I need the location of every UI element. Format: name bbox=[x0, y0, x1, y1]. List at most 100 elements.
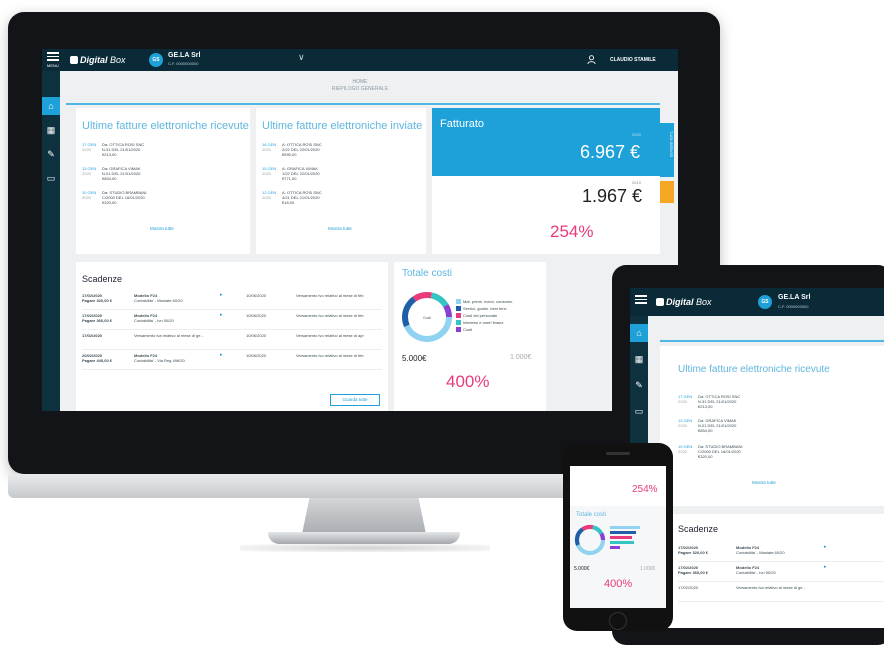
logo-mark-icon bbox=[70, 56, 78, 64]
tablet-folder-icon[interactable]: ▭ bbox=[630, 402, 648, 420]
legend-item: Costi bbox=[456, 326, 544, 333]
phone-speaker bbox=[606, 452, 630, 455]
deadline-amount: Pagare 320,00 € bbox=[678, 550, 709, 555]
costs-percent: 400% bbox=[446, 372, 490, 391]
phone-legend-bar bbox=[610, 546, 620, 549]
card-title: Ultime fatture elettroniche inviate bbox=[262, 120, 423, 132]
card-deadlines: Scadenze 17/02/2020 Pagare 320,00 € Model… bbox=[76, 262, 388, 411]
deadline-chevron-icon[interactable]: ▸ bbox=[220, 313, 223, 318]
breadcrumb: HOME RIEPILOGO GENERALE bbox=[60, 79, 660, 93]
services-tab-label: TUOI SERVIZI bbox=[669, 131, 674, 158]
deadline-chevron-icon[interactable]: ▸ bbox=[220, 293, 223, 298]
deadline-note: Versamento ivo relativo al mese di feb bbox=[296, 313, 364, 318]
phone-costs-title: Totale costi bbox=[576, 512, 607, 518]
invoice-year: 2020 bbox=[82, 147, 91, 152]
app-logo[interactable]: Digital Box bbox=[70, 55, 126, 65]
costs-current-value: 5.000€ bbox=[402, 354, 427, 363]
costs-title: Totale costi bbox=[402, 268, 453, 279]
invoice-details: Da: GRAFICA VIMAK N.01 DEL 21/01/2020 €8… bbox=[698, 418, 737, 433]
deadlines-title: Scadenze bbox=[82, 274, 123, 284]
tablet-header-divider bbox=[660, 340, 884, 342]
view-all-button[interactable]: Guarda tutte bbox=[330, 394, 380, 406]
deadline-row[interactable]: 17/02/2020 Versamento iva relativo al me… bbox=[678, 584, 884, 602]
phone-home-button[interactable] bbox=[609, 612, 627, 630]
invoice-details: Da: GRAFICA VIMAK N.01 DEL 21/01/2020 €8… bbox=[102, 166, 141, 181]
hamburger-menu-icon[interactable]: MENU bbox=[47, 52, 59, 68]
sidebar-pen-icon[interactable]: ✎ bbox=[42, 145, 60, 163]
invoice-details: A: OTTICA ROSI SNC 2/22 DEL 22/01/2020 €… bbox=[282, 142, 322, 157]
tablet-show-all-link[interactable]: Mostra tutte bbox=[752, 480, 776, 485]
deadline-chevron-icon[interactable]: ▸ bbox=[824, 565, 827, 570]
revenue-percent: 254% bbox=[550, 222, 594, 241]
deadline-note: Versamento ivo relativo al mese di feb bbox=[296, 353, 364, 358]
top-bar: MENU Digital Box GS GE.LA Srl C.F. 00000… bbox=[42, 49, 678, 71]
deadline-date-2: 10/06/2020 bbox=[246, 293, 267, 298]
tablet-card-title: Ultime fatture elettroniche ricevute bbox=[678, 364, 830, 375]
deadline-row[interactable]: 20/02/2020 Pagare 440,00 € Modello F24 Con… bbox=[82, 352, 382, 370]
menu-label: MENU bbox=[47, 62, 59, 68]
deadline-row[interactable]: 17/02/2020 Pagare 320,00 € Modello F24 Con… bbox=[82, 292, 382, 310]
tablet-card-received: Ultime fatture elettroniche ricevute 17 … bbox=[660, 346, 884, 506]
company-avatar[interactable]: GS bbox=[149, 53, 163, 67]
legend-item: Mat. prime, merci, consumo bbox=[456, 298, 544, 305]
tablet-grid-icon[interactable]: ▦ bbox=[630, 350, 648, 368]
tablet-company-avatar[interactable]: GS bbox=[758, 295, 772, 309]
tablet-menu-icon[interactable] bbox=[635, 295, 647, 306]
secondary-side-tab[interactable] bbox=[660, 181, 674, 203]
deadline-model: Modello F24 Contabilita' - Ivn 50/20 bbox=[736, 565, 776, 575]
show-all-link[interactable]: Mostra tutte bbox=[150, 226, 174, 231]
phone-percent-top: 254% bbox=[632, 484, 658, 495]
sidebar-folder-icon[interactable]: ▭ bbox=[42, 169, 60, 187]
deadline-desc: Contabilita' - Ivn 50/20 bbox=[134, 318, 174, 323]
invoice-year: 2020 bbox=[82, 171, 91, 176]
legend-swatch bbox=[456, 327, 461, 332]
invoice-details: Da: OTTICA ROSI SNC N.31 DEL 21/01/2020 … bbox=[102, 142, 145, 157]
show-all-link[interactable]: Mostra tutte bbox=[328, 226, 352, 231]
deadline-row[interactable]: 17/02/2020 Versamento iva relativo al me… bbox=[82, 332, 382, 350]
invoice-details: Da: STUDIO BRAMBANI C/2000 DEL 16/01/202… bbox=[102, 190, 147, 205]
tablet-company-name[interactable]: GE.LA Srl bbox=[778, 294, 810, 301]
stand-shadow bbox=[240, 544, 490, 552]
invoice-date: 10 GEN 2020 bbox=[678, 444, 694, 454]
phone-costs-previous: 1.000€ bbox=[640, 566, 656, 572]
deadline-date: 20/02/2020 Pagare 440,00 € bbox=[82, 353, 112, 363]
company-name[interactable]: GE.LA Srl bbox=[168, 52, 200, 59]
tablet-card-deadlines: Scadenze 17/02/2020 Pagare 320,00 € Model… bbox=[660, 514, 884, 628]
company-chevron-down-icon[interactable]: ∨ bbox=[298, 52, 305, 63]
phone-legend-bar bbox=[610, 536, 632, 539]
deadline-model: Modello F24 Contabilita' - Maniate 60/20 bbox=[736, 545, 785, 555]
phone-screen: 254% Totale costi 5.000€ 1.000€ 400% bbox=[570, 466, 666, 608]
sidebar-home-icon[interactable]: ⌂ bbox=[42, 97, 60, 115]
deadline-amount: Pagare 320,00 € bbox=[82, 298, 113, 303]
deadline-amount: Pagare 360,00 € bbox=[82, 318, 113, 323]
legend-item: Servizi, godim. beni terzi bbox=[456, 305, 544, 312]
revenue-current-value: 6.967 € bbox=[580, 142, 641, 162]
invoice-date: 15 GEN 2020 bbox=[262, 166, 278, 176]
user-name[interactable]: CLAUDIO STAMILE bbox=[610, 57, 656, 63]
deadline-chevron-icon[interactable]: ▸ bbox=[824, 545, 827, 550]
card-sent-invoices: Ultime fatture elettroniche inviate 16 G… bbox=[256, 108, 426, 254]
invoice-date: 12 GEN 2020 bbox=[262, 190, 278, 200]
sidebar-grid-icon[interactable]: ▦ bbox=[42, 121, 60, 139]
services-side-tab[interactable]: TUOI SERVIZI bbox=[660, 123, 674, 177]
legend-label: Interessi e oneri finanz. bbox=[463, 320, 505, 325]
page-title: HOME bbox=[352, 79, 368, 85]
page-subtitle: RIEPILOGO GENERALE bbox=[331, 86, 389, 92]
deadline-model: Versamento iva relativo al mese di ge... bbox=[736, 585, 806, 590]
revenue-current-label: 2020 bbox=[632, 132, 641, 137]
invoice-details: Da: STUDIO BRAMBANI C/2000 DEL 16/01/202… bbox=[698, 444, 743, 459]
deadline-date: 17/02/2020 Pagare 320,00 € bbox=[82, 293, 112, 303]
monitor-stand-base bbox=[268, 532, 460, 544]
deadline-row[interactable]: 17/02/2020 Pagare 320,00 € Modello F24 Con… bbox=[678, 544, 884, 562]
deadline-date: 17/02/2020 Pagare 360,00 € bbox=[82, 313, 112, 323]
deadline-row[interactable]: 17/02/2020 Pagare 360,00 € Modello F24 Con… bbox=[82, 312, 382, 330]
tablet-home-icon[interactable]: ⌂ bbox=[630, 324, 648, 342]
phone-costs-percent: 400% bbox=[604, 578, 633, 590]
user-icon[interactable] bbox=[587, 55, 596, 65]
deadline-note: Versamento ivo relativo al mese di apr bbox=[296, 333, 364, 338]
deadline-chevron-icon[interactable]: ▸ bbox=[220, 353, 223, 358]
deadline-amount: Pagare 440,00 € bbox=[82, 358, 113, 363]
tablet-logo[interactable]: Digital Box bbox=[656, 297, 712, 307]
tablet-pen-icon[interactable]: ✎ bbox=[630, 376, 648, 394]
deadline-row[interactable]: 17/02/2020 Pagare 360,00 € Modello F24 Con… bbox=[678, 564, 884, 582]
